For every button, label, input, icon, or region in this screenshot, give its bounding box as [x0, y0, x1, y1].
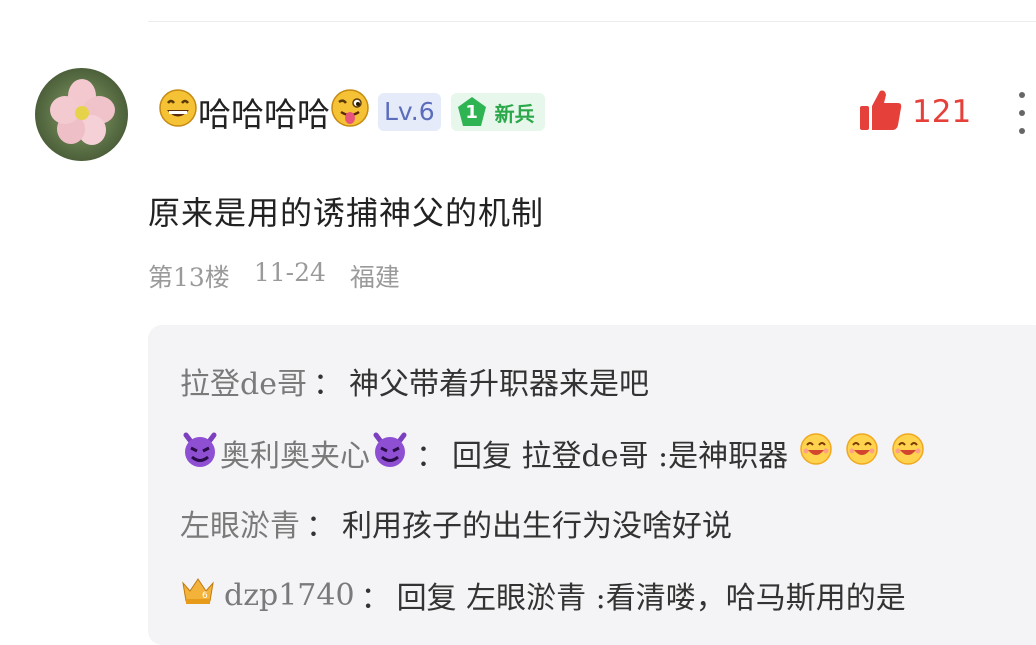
happy-face-icon [798, 431, 834, 475]
reply-author[interactable]: 左眼淤青 [180, 501, 300, 545]
more-vertical-icon[interactable] [1012, 92, 1032, 134]
rank-badge: 1 新兵 [450, 93, 545, 131]
floor-number: 第13楼 [148, 263, 230, 292]
comment-date: 11-24 [253, 258, 326, 287]
reply-text: 回复 拉登de哥 :是神职器 [452, 439, 789, 474]
reply-item[interactable]: 6 dzp1740 ： 回复 左眼淤青 :看清喽，哈马斯用的是 [180, 573, 906, 617]
reply-item[interactable]: 拉登de哥 ： 神父带着升职器来是吧 [180, 359, 649, 403]
winking-tongue-face-icon [330, 88, 370, 136]
comment-content: 原来是用的诱捕神父的机制 [148, 194, 545, 232]
reply-author[interactable]: 6 dzp1740 [180, 573, 355, 617]
username[interactable]: 哈哈哈哈 [158, 88, 370, 136]
reply-item[interactable]: 左眼淤青 ： 利用孩子的出生行为没啥好说 [180, 501, 732, 545]
reply-item[interactable]: 奥利奥夹心 ： 回复 拉登de哥 :是神职器 [180, 429, 926, 477]
comment-location: 福建 [349, 263, 400, 292]
top-divider [148, 21, 1036, 22]
devil-face-icon [180, 429, 220, 477]
comment-meta: 第13楼 11-24 福建 [148, 258, 400, 294]
reply-text: 神父带着升职器来是吧 [348, 367, 649, 402]
rank-label: 新兵 [494, 101, 535, 126]
reply-text: 利用孩子的出生行为没啥好说 [342, 509, 732, 544]
like-button[interactable]: 121 [858, 88, 971, 136]
rank-gem-icon: 1 [455, 95, 489, 129]
crown-badge-icon: 6 [180, 573, 216, 617]
reply-text: 回复 左眼淤青 :看清喽，哈马斯用的是 [396, 581, 906, 616]
reply-author[interactable]: 奥利奥夹心 [180, 429, 410, 477]
level-badge: Lv.6 [378, 93, 441, 131]
grinning-face-icon [158, 88, 198, 136]
thumbs-up-icon [858, 87, 904, 137]
reply-list[interactable]: 拉登de哥 ： 神父带着升职器来是吧 奥利奥夹心 ： 回复 拉登de哥 :是神职… [148, 325, 1036, 645]
reply-author[interactable]: 拉登de哥 [180, 359, 307, 403]
like-count: 121 [912, 94, 972, 130]
rank-number: 1 [465, 101, 478, 123]
devil-face-icon [370, 429, 410, 477]
happy-face-icon [844, 431, 880, 475]
svg-text:6: 6 [202, 591, 208, 601]
happy-face-icon [890, 431, 926, 475]
username-text: 哈哈哈哈 [198, 95, 330, 134]
user-line: 哈哈哈哈 Lv.6 1 新兵 [158, 88, 545, 136]
avatar[interactable] [35, 68, 128, 161]
